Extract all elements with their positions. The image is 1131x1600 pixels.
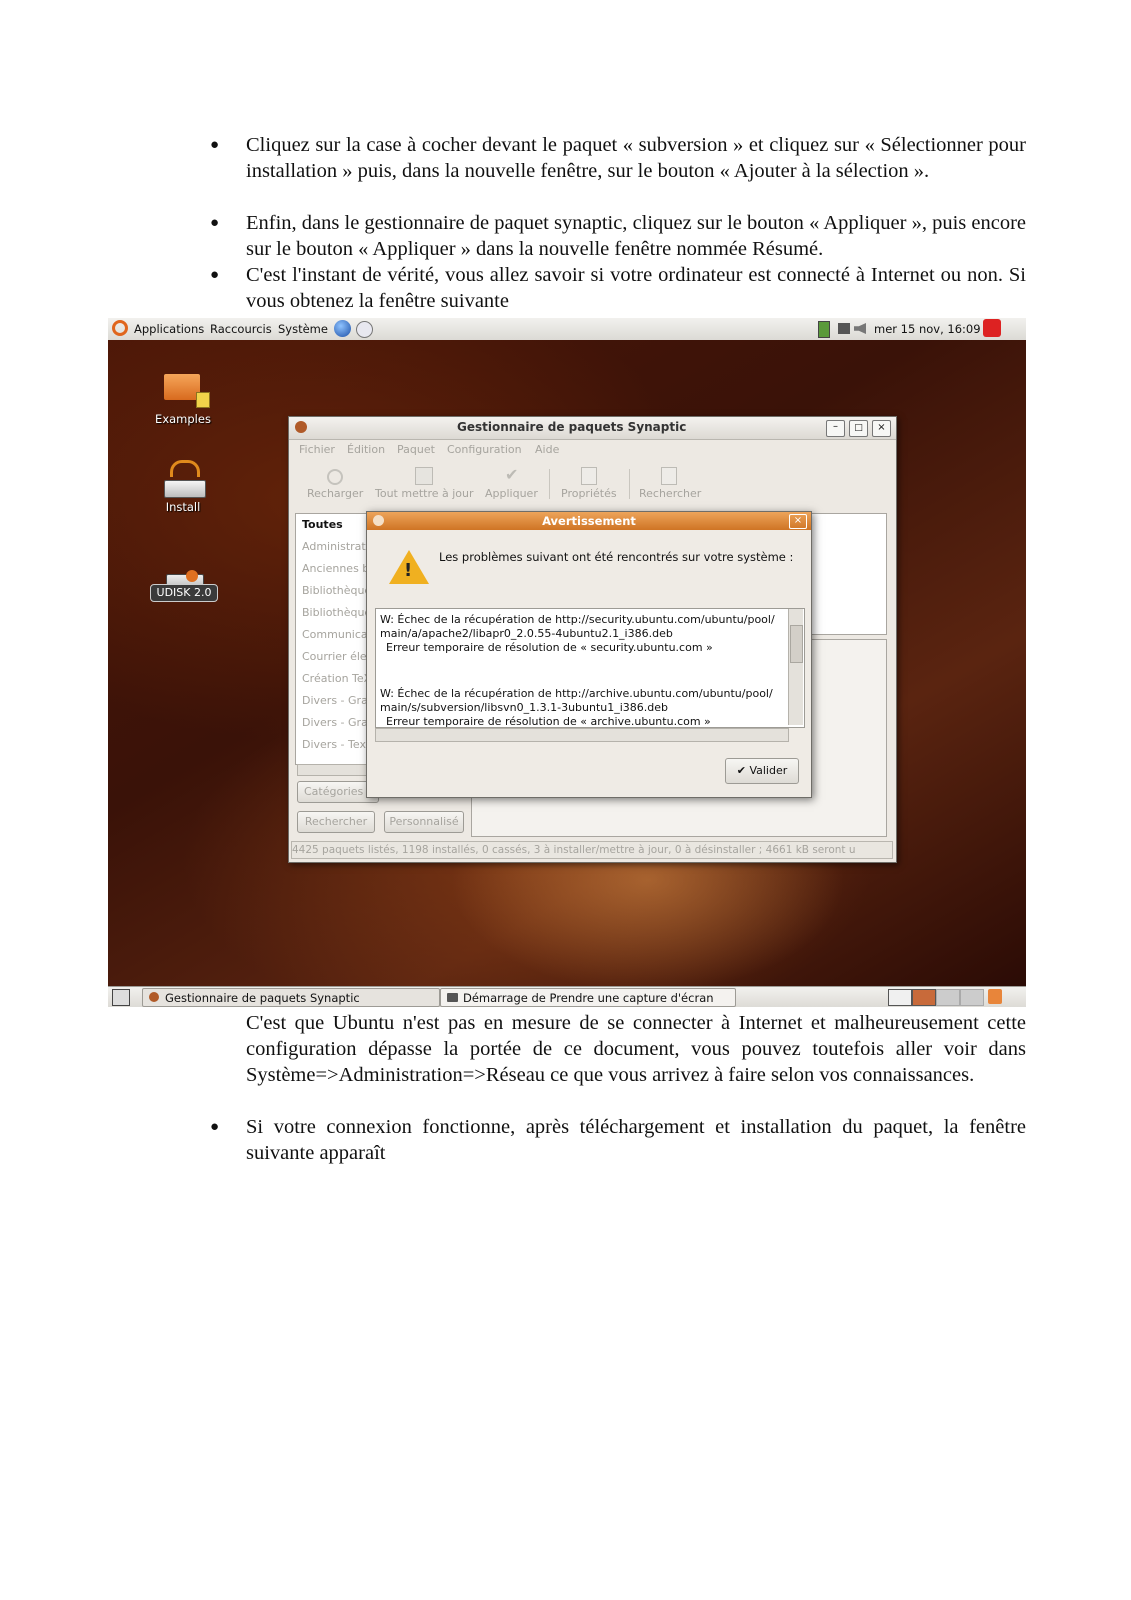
search-filter-button[interactable]: Rechercher [297, 811, 375, 833]
instruction-paragraph-2: Enfin, dans le gestionnaire de paquet sy… [246, 212, 1026, 260]
install-drive-icon[interactable] [164, 480, 206, 498]
menu-applications[interactable]: Applications [134, 322, 204, 336]
network-icon[interactable] [838, 323, 850, 334]
toolbar-proprietes[interactable]: Propriétés [561, 487, 617, 500]
taskbar-label-synaptic: Gestionnaire de paquets Synaptic [165, 991, 360, 1005]
volume-icon[interactable] [854, 323, 866, 334]
valider-label: Valider [749, 764, 788, 777]
toolbar-tout-mettre-a-jour[interactable]: Tout mettre à jour [375, 487, 474, 500]
valider-button[interactable]: ✔ Valider [725, 758, 799, 784]
error-line: Erreur temporaire de résolution de « arc… [386, 715, 711, 728]
valider-check-icon: ✔ [736, 764, 750, 777]
desktop-label-install: Install [165, 500, 201, 514]
workspace-4[interactable] [960, 989, 984, 1006]
top-panel: Applications Raccourcis Système mer 15 n… [108, 318, 1026, 341]
desktop-label-examples: Examples [155, 412, 211, 426]
taskbar-label-screenshot: Démarrage de Prendre une capture d'écran [463, 991, 714, 1005]
toolbar-recharger[interactable]: Recharger [307, 487, 363, 500]
explanation-paragraph: C'est que Ubuntu n'est pas en mesure de … [246, 1012, 1026, 1086]
apply-checkmark-icon: ✔ [505, 465, 519, 484]
search-icon [661, 467, 677, 485]
instruction-paragraph-1: Cliquez sur la case à cocher devant le p… [246, 134, 1026, 182]
toolbar-separator [549, 469, 550, 499]
menu-systeme[interactable]: Système [278, 322, 328, 336]
folder-icon[interactable] [164, 374, 200, 400]
bullet-marker: ● [210, 215, 220, 231]
mail-icon[interactable] [356, 321, 373, 338]
instruction-paragraph-3: C'est l'instant de vérité, vous allez sa… [246, 264, 1026, 312]
custom-filter-button[interactable]: Personnalisé [384, 811, 464, 833]
category-item[interactable]: Divers - Grap [302, 716, 375, 729]
trash-icon[interactable] [988, 989, 1002, 1004]
upgrade-all-icon [415, 467, 433, 485]
workspace-3[interactable] [936, 989, 960, 1006]
menu-aide[interactable]: Aide [535, 443, 559, 456]
category-item[interactable]: Bibliothèque [302, 584, 371, 597]
horizontal-scrollbar[interactable] [375, 728, 789, 742]
synaptic-title: Gestionnaire de paquets Synaptic [457, 420, 687, 434]
clock[interactable]: mer 15 nov, 16:09 [874, 322, 981, 336]
usb-badge-icon [186, 570, 198, 582]
power-icon[interactable] [983, 319, 1001, 337]
battery-icon[interactable] [818, 321, 830, 338]
category-item[interactable]: Divers - Grap [302, 694, 375, 707]
lock-icon [196, 392, 210, 408]
camera-icon [447, 993, 458, 1002]
dialog-message: Les problèmes suivant ont été rencontrés… [439, 550, 794, 564]
minimize-button[interactable]: – [826, 420, 845, 437]
menu-raccourcis[interactable]: Raccourcis [210, 322, 272, 336]
bottom-panel: Gestionnaire de paquets Synaptic Démarra… [108, 986, 1026, 1007]
error-line: W: Échec de la récupération de http://se… [380, 613, 775, 626]
error-line: main/s/subversion/libsvn0_1.3.1-3ubuntu1… [380, 701, 669, 714]
maximize-button[interactable]: □ [849, 420, 868, 437]
warning-dialog: Avertissement × ! Les problèmes suivant … [366, 511, 812, 798]
web-browser-icon[interactable] [334, 320, 351, 337]
toolbar-separator [629, 469, 630, 499]
category-item[interactable]: Anciennes b [302, 562, 369, 575]
reload-icon [327, 469, 343, 485]
menu-configuration[interactable]: Configuration [447, 443, 522, 456]
menu-paquet[interactable]: Paquet [397, 443, 435, 456]
synaptic-titlebar[interactable]: Gestionnaire de paquets Synaptic – □ × [289, 417, 896, 440]
error-line: Erreur temporaire de résolution de « sec… [386, 641, 713, 654]
category-item[interactable]: Bibliothèque [302, 606, 371, 619]
dialog-close-button[interactable]: × [789, 514, 807, 529]
properties-icon [581, 467, 597, 485]
workspace-2[interactable] [912, 989, 936, 1006]
menu-fichier[interactable]: Fichier [299, 443, 335, 456]
ubuntu-logo-icon[interactable] [112, 320, 128, 336]
category-item[interactable]: Création TeX [302, 672, 371, 685]
show-desktop-icon[interactable] [112, 989, 130, 1006]
taskbar-item-synaptic[interactable]: Gestionnaire de paquets Synaptic [142, 988, 440, 1007]
error-line: W: Échec de la récupération de http://ar… [380, 687, 773, 700]
vertical-scrollbar[interactable] [788, 609, 803, 725]
toolbar-rechercher[interactable]: Rechercher [639, 487, 701, 500]
synaptic-app-icon [295, 421, 307, 433]
desktop-screenshot: Applications Raccourcis Système mer 15 n… [108, 318, 1026, 1007]
error-line: main/a/apache2/libapr0_2.0.55-4ubuntu2.1… [380, 627, 673, 640]
category-item[interactable]: Courrier élec [302, 650, 373, 663]
scrollbar-thumb[interactable] [790, 625, 803, 663]
taskbar-item-screenshot[interactable]: Démarrage de Prendre une capture d'écran [440, 988, 736, 1007]
category-item[interactable]: Communicat [302, 628, 372, 641]
category-item[interactable]: Administratio [302, 540, 376, 553]
warning-exclamation: ! [404, 560, 413, 581]
toolbar-appliquer[interactable]: Appliquer [485, 487, 538, 500]
close-button[interactable]: × [872, 420, 891, 437]
instruction-paragraph-4: Si votre connexion fonctionne, après tél… [246, 1116, 1026, 1164]
dialog-title: Avertissement [542, 514, 636, 528]
error-details-textview[interactable]: W: Échec de la récupération de http://se… [375, 608, 805, 728]
bullet-marker: ● [210, 1119, 220, 1135]
dialog-titlebar[interactable]: Avertissement × [367, 512, 811, 530]
bullet-marker: ● [210, 267, 220, 283]
install-arrow-icon [170, 460, 200, 477]
workspace-1[interactable] [888, 989, 912, 1006]
desktop-label-udisk: UDISK 2.0 [150, 584, 218, 602]
category-toutes[interactable]: Toutes [302, 518, 343, 531]
desktop-area: Examples Install UDISK 2.0 Gestionnaire … [108, 340, 1026, 986]
synaptic-task-icon [149, 992, 159, 1002]
bullet-marker: ● [210, 137, 220, 153]
menu-edition[interactable]: Édition [347, 443, 385, 456]
status-bar: 4425 paquets listés, 1198 installés, 0 c… [291, 841, 893, 859]
